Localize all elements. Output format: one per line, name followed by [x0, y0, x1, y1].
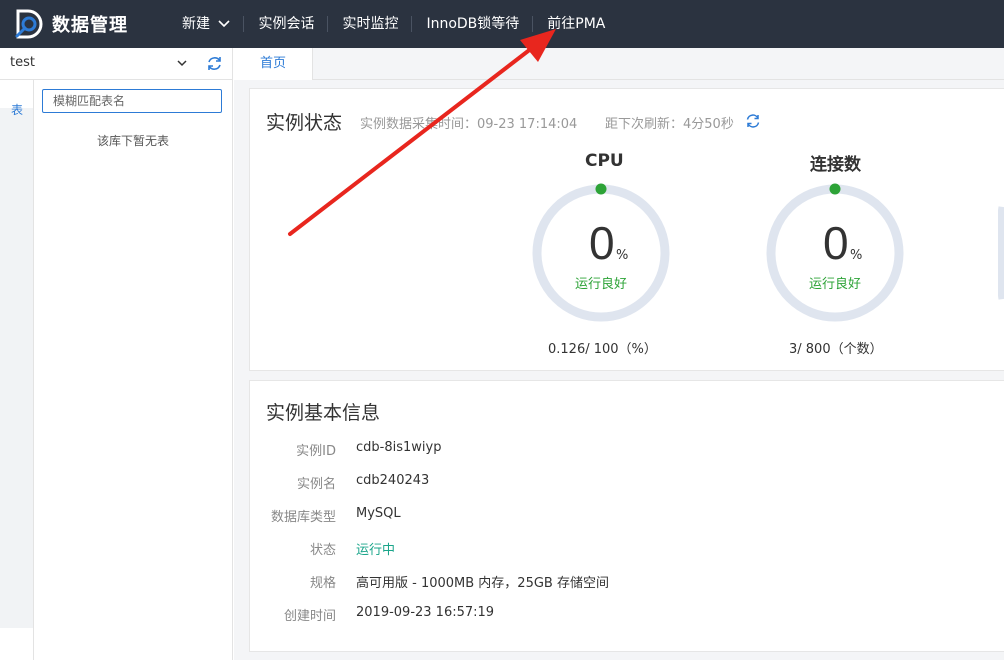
gauge-cpu-status: 运行良好: [575, 277, 628, 292]
refresh-icon[interactable]: [745, 113, 761, 129]
gauge-connections-title: 连接数: [810, 155, 861, 175]
sidebar-tab-tables[interactable]: 表: [11, 101, 23, 118]
gauge-cpu-footer: 0.126/ 100（%）: [548, 342, 657, 357]
instance-status-title: 实例状态: [266, 112, 343, 134]
chevron-down-icon: [177, 60, 187, 67]
gauge-partial-ring: [998, 206, 1004, 300]
sidebar: test 表 该库下暂无表: [0, 48, 233, 660]
gauge-connections-footer: 3/ 800（个数）: [789, 342, 883, 357]
nav-instance-sessions[interactable]: 实例会话: [244, 0, 329, 48]
nav-realtime-monitor[interactable]: 实时监控: [328, 0, 413, 48]
tab-home[interactable]: 首页: [234, 48, 313, 80]
empty-tables-note: 该库下暂无表: [97, 134, 170, 148]
instance-info-title: 实例基本信息: [266, 402, 381, 424]
page-tabs: 首页: [234, 48, 1004, 80]
next-refresh: 距下次刷新：4分50秒: [605, 117, 734, 132]
info-value-created: 2019-09-23 16:57:19: [356, 605, 495, 620]
app-brand: 数据管理: [52, 15, 128, 36]
info-label-created: 创建时间: [283, 609, 336, 624]
gauge-cpu-title: CPU: [585, 151, 624, 171]
gauge-indicator-dot: [595, 183, 607, 195]
info-value-instance-name: cdb240243: [356, 473, 430, 488]
gauge-connections-value: 0: [823, 217, 849, 269]
nav-new-label: 新建: [182, 16, 210, 32]
sidebar-tab-strip-fill: [0, 108, 33, 628]
info-value-instance-id: cdb-8is1wiyp: [356, 440, 442, 455]
info-label-instance-id: 实例ID: [296, 444, 336, 459]
gauge-connections-status: 运行良好: [809, 277, 862, 292]
info-value-status: 运行中: [356, 543, 396, 558]
nav-go-to-pma[interactable]: 前往PMA: [533, 0, 619, 48]
database-select-value: test: [10, 55, 35, 70]
info-value-spec: 高可用版 - 1000MB 内存，25GB 存储空间: [356, 576, 609, 591]
gauge-cpu-unit: %: [616, 248, 629, 263]
app-logo-icon[interactable]: [14, 9, 46, 39]
nav-innodb-lock-wait[interactable]: InnoDB锁等待: [412, 0, 534, 48]
table-search-input[interactable]: [42, 89, 222, 113]
info-label-spec: 规格: [309, 576, 336, 591]
nav-new-menu[interactable]: 新建: [168, 0, 245, 48]
info-label-instance-name: 实例名: [296, 477, 336, 492]
top-nav: 新建 实例会话 实时监控 InnoDB锁等待 前往PMA: [168, 0, 619, 48]
gauge-indicator-dot: [829, 183, 841, 195]
database-select[interactable]: test: [0, 48, 233, 80]
info-label-status: 状态: [309, 543, 336, 558]
gauge-cpu-value: 0: [589, 217, 615, 269]
info-label-db-type: 数据库类型: [270, 510, 336, 525]
chevron-down-icon: [218, 20, 231, 28]
top-bar: 数据管理 新建 实例会话 实时监控 InnoDB锁等待 前往PMA: [0, 0, 1004, 48]
collect-time: 实例数据采集时间：09-23 17:14:04: [360, 117, 578, 132]
info-value-db-type: MySQL: [356, 506, 401, 521]
refresh-icon[interactable]: [206, 55, 223, 72]
gauge-connections-unit: %: [850, 248, 863, 263]
